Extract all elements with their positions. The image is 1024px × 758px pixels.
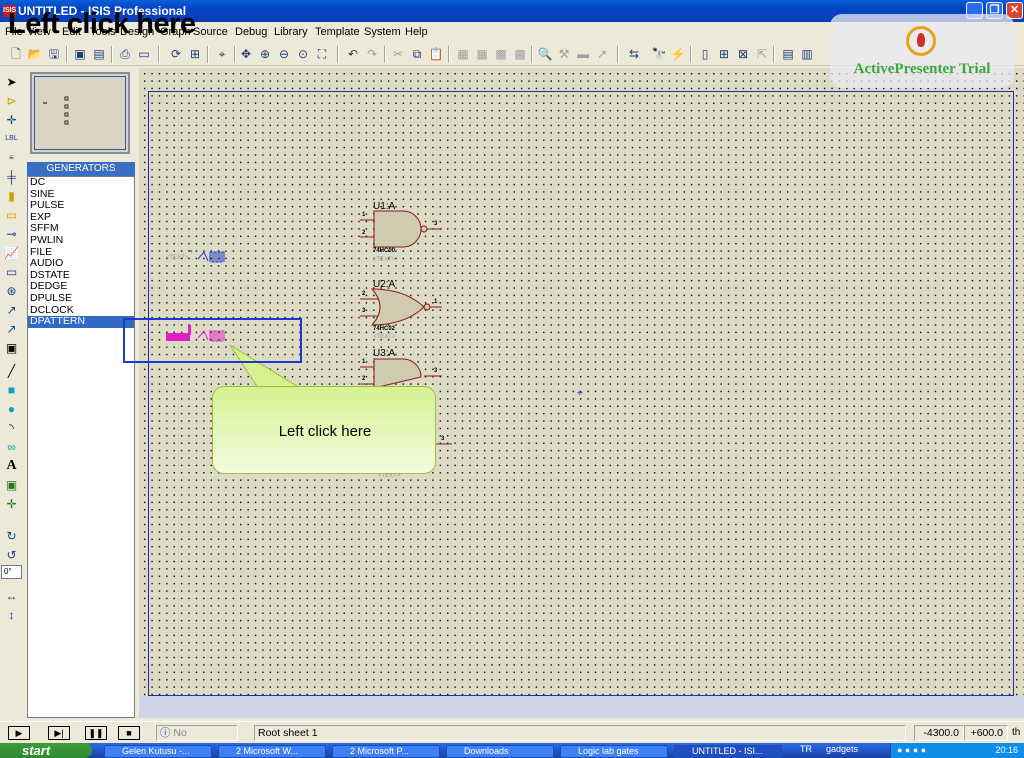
pause-button[interactable]: ❚❚ xyxy=(85,726,107,740)
pin-label: 1 xyxy=(434,299,438,305)
gate-ref-u2: U2:A xyxy=(373,279,396,290)
pin-label: 2 xyxy=(362,230,366,236)
tray-icons[interactable]: ● ● ● ● xyxy=(897,745,926,755)
taskbar-item[interactable]: 2 Microsoft W... xyxy=(218,745,326,758)
generator-symbol[interactable] xyxy=(189,249,225,263)
stop-button[interactable]: ■ xyxy=(118,726,140,740)
taskbar-item[interactable]: Logic lab gates xyxy=(560,745,668,758)
messages-field[interactable]: ⓘ No Messages xyxy=(156,725,238,753)
taskbar-item[interactable]: Gelen Kutusu -... xyxy=(104,745,212,758)
y-coordinate: +600.0 xyxy=(964,725,1008,741)
callout-text: Left click here xyxy=(278,423,372,440)
start-button[interactable]: start xyxy=(0,743,92,758)
pin-label: 3 xyxy=(362,308,366,314)
highlight-box xyxy=(123,318,302,363)
activepresenter-logo xyxy=(906,26,936,56)
gate-ref-u1: U1:A xyxy=(373,201,396,212)
clock: 20:16 xyxy=(995,745,1018,755)
x-coordinate: -4300.0 xyxy=(914,725,964,741)
language-indicator[interactable]: TR xyxy=(800,744,812,754)
info-icon: ⓘ xyxy=(160,727,171,739)
play-button[interactable]: ▶ xyxy=(8,726,30,740)
trial-label: ActivePresenter Trial xyxy=(853,61,991,77)
generator-text-tag: <TEXT> xyxy=(166,255,189,261)
origin-marker: ⌖ xyxy=(577,388,583,399)
pin-label: 2 xyxy=(362,376,366,382)
status-bar: ▶ ▶| ❚❚ ■ ⓘ No Messages Root sheet 1 -43… xyxy=(0,721,1024,753)
gate-part-u1: 74HC00 xyxy=(373,248,396,254)
pin-label: 3 xyxy=(434,221,438,227)
unit-label: th xyxy=(1012,727,1021,738)
pin-label: 1 xyxy=(362,212,366,218)
gate-u3[interactable] xyxy=(360,358,442,389)
step-button[interactable]: ▶| xyxy=(48,726,70,740)
gate-text-u2: <TEXT> xyxy=(373,334,396,340)
gadgets-toolbar[interactable]: gadgets xyxy=(826,744,858,754)
trial-watermark: ActivePresenter Trial xyxy=(830,14,1014,88)
gate-ref-u3: U3:A xyxy=(373,348,396,359)
pin-label: 3 xyxy=(441,436,445,442)
tutorial-heading: Left click here xyxy=(8,8,196,40)
system-tray: ● ● ● ● 20:16 xyxy=(890,743,1024,758)
schematic-drawing xyxy=(166,210,452,445)
pin-label: 2 xyxy=(362,291,366,297)
instruction-callout: Left click here xyxy=(212,386,436,474)
pin-label: 3 xyxy=(434,368,438,374)
gate-part-u2: 74HC02 xyxy=(373,326,396,332)
sheet-field: Root sheet 1 xyxy=(254,725,906,741)
taskbar-item[interactable]: 2 Microsoft P... xyxy=(332,745,440,758)
taskbar-item[interactable]: Downloads xyxy=(446,745,554,758)
pin-label: 1 xyxy=(362,359,366,365)
gate-text-u1: <TEXT> xyxy=(373,257,396,263)
nand-gate-u1[interactable] xyxy=(360,210,442,248)
nor-gate-u2[interactable] xyxy=(360,288,442,326)
taskbar-item-active[interactable]: UNTITLED - ISI... xyxy=(674,745,782,758)
windows-taskbar: start Gelen Kutusu -... 2 Microsoft W...… xyxy=(0,743,1024,758)
